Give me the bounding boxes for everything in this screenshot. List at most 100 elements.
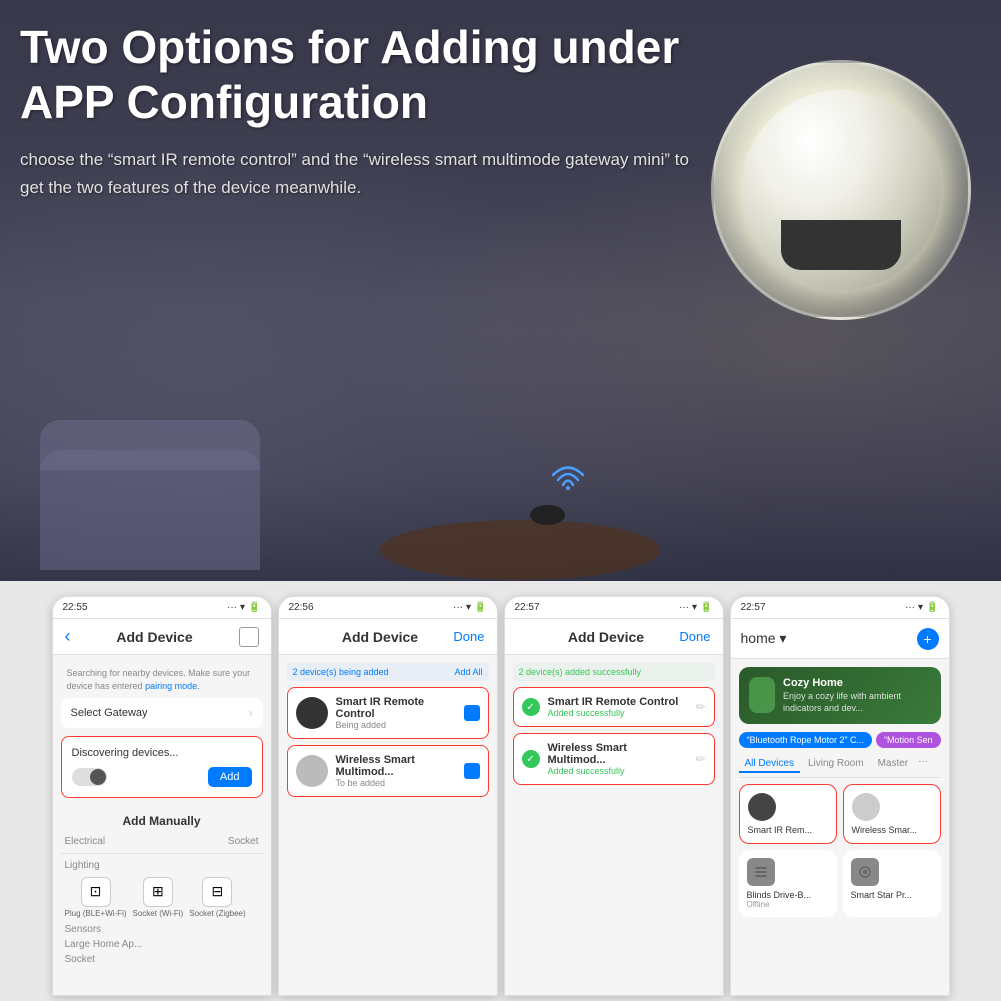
ir-device-on-table (530, 505, 565, 525)
dots-icon-2: ··· (453, 602, 463, 613)
done-button-2[interactable]: Done (453, 629, 484, 644)
blinds-device-name: Blinds Drive-B... (747, 890, 829, 900)
category-row-2: Lighting (61, 858, 263, 873)
device-card-star[interactable]: Smart Star Pr... (843, 850, 941, 917)
add-manually-title: Add Manually (61, 806, 263, 834)
edit-icon-1[interactable]: ✏ (695, 700, 705, 714)
added-status: 2 device(s) added successfully (513, 663, 715, 681)
phone-screen-1: 22:55 ··· ▾ 🔋 ‹ Add Device Searching for… (52, 596, 272, 996)
device-item-2[interactable]: Wireless Smart Multimod... To be added (287, 745, 489, 797)
wifi-status-icon-4: ▾ (918, 602, 923, 613)
tag-1[interactable]: “Bluetooth Rope Motor 2” C... (739, 732, 873, 748)
home-navbar: home ▾ + (731, 619, 949, 659)
device-info-4: Wireless Smart Multimod... Added success… (548, 742, 688, 776)
tab-living-room[interactable]: Living Room (802, 756, 870, 773)
device-card-wireless[interactable]: Wireless Smar... (843, 784, 941, 844)
battery-icon: 🔋 (248, 602, 260, 613)
phones-area: 22:55 ··· ▾ 🔋 ‹ Add Device Searching for… (0, 581, 1001, 1001)
check-icon-1: ✓ (522, 698, 540, 716)
discovering-title: Discovering devices... (72, 747, 252, 759)
device-name-1: Smart IR Remote Control (336, 696, 456, 720)
tab-all-devices[interactable]: All Devices (739, 756, 800, 773)
lighting-label: Lighting (65, 860, 100, 871)
device-name-3: Smart IR Remote Control (548, 696, 688, 708)
select-gateway-label: Select Gateway (71, 707, 148, 719)
tab-master[interactable]: Master (872, 756, 915, 773)
device-icon-2 (296, 755, 328, 787)
device-card-blinds[interactable]: Blinds Drive-B... Offline (739, 850, 837, 917)
star-icon (851, 858, 879, 886)
icon-row-1: ⊡ Plug (BLE+Wi-Fi) ⊞ Socket (Wi-Fi) ⊟ So… (61, 873, 263, 922)
category-row-4: Large Home Ap... (61, 937, 263, 952)
pairing-mode-link[interactable]: pairing mode. (145, 681, 200, 691)
back-button-1[interactable]: ‹ (65, 626, 71, 647)
couch-left (40, 450, 260, 570)
select-gateway-btn[interactable]: Select Gateway › (61, 698, 263, 728)
device-item-3[interactable]: ✓ Smart IR Remote Control Added successf… (513, 687, 715, 727)
statusbar-1: 22:55 ··· ▾ 🔋 (53, 597, 271, 619)
device-card-ir[interactable]: Smart IR Rem... (739, 784, 837, 844)
statusbar-4: 22:57 ··· ▾ 🔋 (731, 597, 949, 619)
edit-icon-2[interactable]: ✏ (695, 752, 705, 766)
blinds-offline-status: Offline (747, 900, 829, 909)
cozy-desc: Enjoy a cozy life with ambient indicator… (783, 691, 931, 714)
add-button[interactable]: Add (208, 767, 252, 787)
device-name-4: Wireless Smart Multimod... (548, 742, 688, 766)
added-text: 2 device(s) added successfully (519, 667, 642, 677)
status-icons-2: ··· ▾ 🔋 (453, 602, 486, 613)
navbar-title-2: Add Device (342, 629, 418, 645)
socket-wifi-item[interactable]: ⊞ Socket (Wi-Fi) (133, 877, 184, 918)
statusbar-2: 22:56 ··· ▾ 🔋 (279, 597, 497, 619)
battery-icon-2: 🔋 (474, 602, 486, 613)
phone2-content: 2 device(s) being added Add All Smart IR… (279, 655, 497, 995)
socket-wifi-icon: ⊞ (143, 877, 173, 907)
navbar-3: Add Device Done (505, 619, 723, 655)
page-subtitle: choose the “smart IR remote control” and… (20, 146, 711, 200)
add-all-button[interactable]: Add All (454, 667, 482, 677)
tag-2[interactable]: “Motion Sen (876, 732, 940, 748)
navbar-title-3: Add Device (568, 629, 644, 645)
add-device-plus-button[interactable]: + (917, 628, 939, 650)
sensors-label: Sensors (65, 924, 102, 935)
battery-icon-3: 🔋 (700, 602, 712, 613)
status-icons-3: ··· ▾ 🔋 (679, 602, 712, 613)
toggle-dot (90, 769, 106, 785)
plug-item[interactable]: ⊡ Plug (BLE+Wi-Fi) (65, 877, 127, 918)
battery-icon-4: 🔋 (926, 602, 938, 613)
lamp-inner (741, 90, 941, 290)
being-added-status: 2 device(s) being added Add All (287, 663, 489, 681)
socket-zigbee-item[interactable]: ⊟ Socket (Zigbee) (189, 877, 245, 918)
tab-more-icon[interactable]: ··· (918, 756, 928, 773)
time-3: 22:57 (515, 602, 540, 613)
socket-wifi-label: Socket (Wi-Fi) (133, 909, 184, 918)
large-home-label: Large Home Ap... (65, 939, 143, 950)
cozy-info: Cozy Home Enjoy a cozy life with ambient… (783, 677, 931, 714)
status-icons-4: ··· ▾ 🔋 (905, 602, 938, 613)
device-status-1: Being added (336, 720, 456, 730)
toggle-add-row: Add (72, 767, 252, 787)
home-title[interactable]: home ▾ (741, 630, 787, 647)
being-added-text: 2 device(s) being added (293, 667, 389, 677)
device-status-2: To be added (336, 778, 456, 788)
device-item-4[interactable]: ✓ Wireless Smart Multimod... Added succe… (513, 733, 715, 785)
toggle-switch[interactable] (72, 768, 107, 786)
navbar-title-1: Add Device (116, 629, 192, 645)
ir-device-card-name: Smart IR Rem... (748, 825, 828, 835)
wifi-status-icon: ▾ (240, 602, 245, 613)
discovering-box: Discovering devices... Add (61, 736, 263, 798)
page-title: Two Options for Adding under APP Configu… (20, 20, 711, 130)
tab-row: All Devices Living Room Master ··· (739, 756, 941, 778)
tag-row: “Bluetooth Rope Motor 2” C... “Motion Se… (739, 732, 941, 748)
scan-icon[interactable] (239, 627, 259, 647)
star-device-name: Smart Star Pr... (851, 890, 933, 900)
device-info-3: Smart IR Remote Control Added successful… (548, 696, 688, 718)
category-row-3: Sensors (61, 922, 263, 937)
device-item-1[interactable]: Smart IR Remote Control Being added (287, 687, 489, 739)
phone3-content: 2 device(s) added successfully ✓ Smart I… (505, 655, 723, 995)
device-grid: Smart IR Rem... Wireless Smar... (739, 784, 941, 844)
socket-zigbee-label: Socket (Zigbee) (189, 909, 245, 918)
done-button-3[interactable]: Done (679, 629, 710, 644)
wireless-device-card-name: Wireless Smar... (852, 825, 932, 835)
divider-1 (61, 853, 263, 854)
device-grid-row2: Blinds Drive-B... Offline Smart Star Pr.… (739, 850, 941, 917)
